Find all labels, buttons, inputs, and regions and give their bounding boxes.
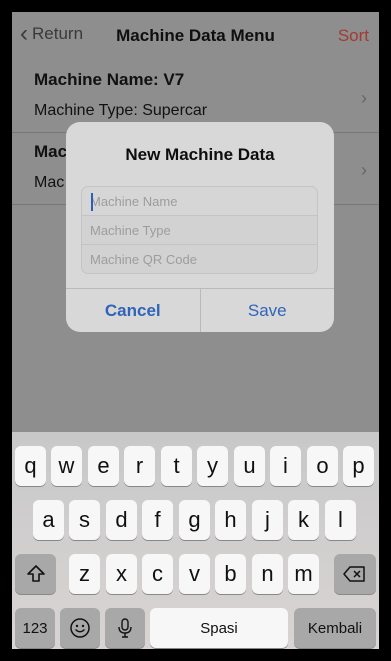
key-c[interactable]: c [142, 554, 173, 594]
key-l[interactable]: l [325, 500, 356, 540]
key-o[interactable]: o [307, 446, 338, 486]
machine-name-label: Mac [34, 142, 68, 161]
machine-type-label: Machine Type: Supercar [34, 102, 208, 119]
delete-key[interactable] [334, 554, 376, 594]
machine-qr-code-input[interactable] [82, 245, 317, 273]
key-a[interactable]: a [33, 500, 64, 540]
numbers-key[interactable]: 123 [15, 608, 55, 648]
navigation-bar: ‹ Return Machine Data Menu Sort [12, 12, 379, 60]
emoji-key[interactable] [60, 608, 100, 648]
backspace-icon [343, 566, 365, 582]
key-y[interactable]: y [197, 446, 228, 486]
space-key[interactable]: Spasi [150, 608, 288, 648]
machine-name-input[interactable] [82, 187, 317, 215]
microphone-icon [118, 618, 132, 638]
key-b[interactable]: b [215, 554, 246, 594]
key-r[interactable]: r [124, 446, 155, 486]
key-u[interactable]: u [234, 446, 265, 486]
key-i[interactable]: i [270, 446, 301, 486]
machine-type-label: Mac [34, 174, 65, 191]
text-cursor [91, 193, 93, 211]
shift-key[interactable] [15, 554, 56, 594]
return-key[interactable]: Kembali [294, 608, 376, 648]
save-button[interactable]: Save [201, 289, 335, 332]
sort-button[interactable]: Sort [338, 26, 369, 46]
key-s[interactable]: s [69, 500, 100, 540]
key-k[interactable]: k [288, 500, 319, 540]
machine-type-input[interactable] [82, 216, 317, 244]
key-m[interactable]: m [288, 554, 319, 594]
phone-screen: ‹ Return Machine Data Menu Sort Machine … [12, 12, 379, 649]
keyboard: q w e r t y u i o p a s d f g h j k l z … [12, 432, 379, 649]
key-j[interactable]: j [252, 500, 283, 540]
key-d[interactable]: d [106, 500, 137, 540]
cancel-button[interactable]: Cancel [66, 289, 201, 332]
key-e[interactable]: e [88, 446, 119, 486]
key-f[interactable]: f [142, 500, 173, 540]
machine-name-label: Machine Name: V7 [34, 70, 185, 89]
dialog-buttons: Cancel Save [66, 288, 334, 332]
key-t[interactable]: t [161, 446, 192, 486]
new-machine-dialog: New Machine Data Cancel Save [66, 122, 334, 332]
key-p[interactable]: p [343, 446, 374, 486]
chevron-right-icon: › [361, 88, 367, 108]
chevron-right-icon: › [361, 160, 367, 180]
key-q[interactable]: q [15, 446, 46, 486]
key-w[interactable]: w [51, 446, 82, 486]
page-title: Machine Data Menu [116, 26, 275, 45]
emoji-icon [70, 618, 90, 638]
shift-icon [26, 565, 45, 582]
key-v[interactable]: v [179, 554, 210, 594]
key-h[interactable]: h [215, 500, 246, 540]
dictation-key[interactable] [105, 608, 145, 648]
key-x[interactable]: x [106, 554, 137, 594]
dialog-title: New Machine Data [125, 145, 275, 164]
machine-qr-field-container [81, 244, 318, 274]
key-n[interactable]: n [252, 554, 283, 594]
machine-type-field-container [81, 215, 318, 244]
machine-name-field-container [81, 186, 318, 215]
key-g[interactable]: g [179, 500, 210, 540]
key-z[interactable]: z [69, 554, 100, 594]
